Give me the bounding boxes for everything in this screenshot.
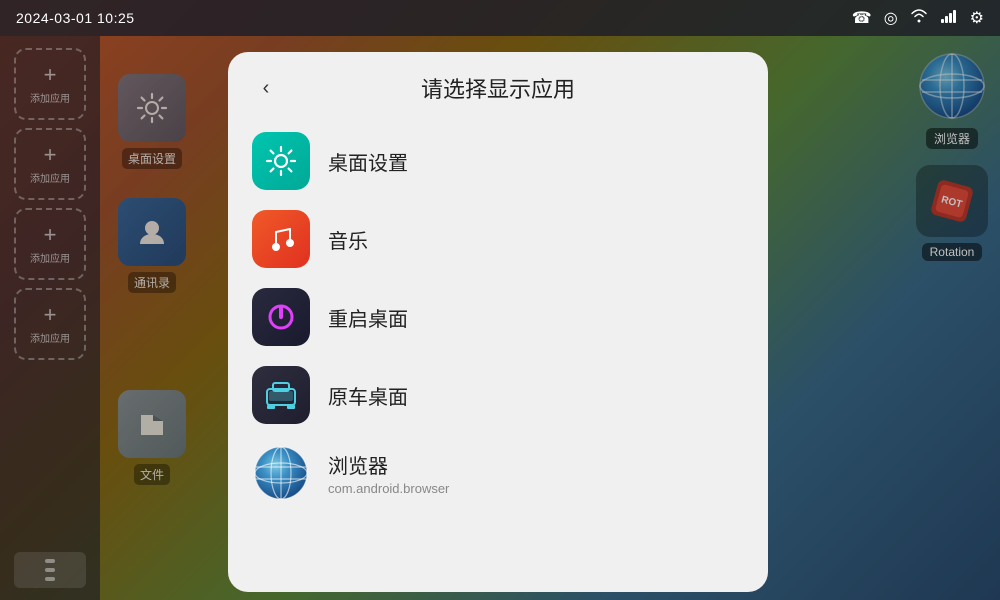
list-item-car[interactable]: 原车桌面 <box>228 356 768 434</box>
modal-header: ‹ 请选择显示应用 <box>228 52 768 118</box>
list-item-music[interactable]: 音乐 <box>228 200 768 278</box>
status-bar: 2024-03-01 10:25 ☎ ◎ ⚙ <box>0 0 1000 36</box>
car-app-icon <box>252 366 310 424</box>
browser-app-package: com.android.browser <box>328 481 449 496</box>
signal-icon <box>940 9 958 28</box>
settings-app-icon <box>252 132 310 190</box>
car-app-info: 原车桌面 <box>328 381 408 410</box>
wifi-icon <box>910 9 928 28</box>
back-chevron-icon: ‹ <box>263 77 270 100</box>
location-icon: ◎ <box>884 8 898 28</box>
status-icons: ☎ ◎ ⚙ <box>852 8 984 28</box>
settings-app-info: 桌面设置 <box>328 147 408 176</box>
list-item-restart[interactable]: 重启桌面 <box>228 278 768 356</box>
music-app-info: 音乐 <box>328 225 368 254</box>
browser-app-info: 浏览器 com.android.browser <box>328 450 449 496</box>
gear-icon: ⚙ <box>970 8 984 28</box>
browser-app-name: 浏览器 <box>328 450 449 479</box>
modal-back-button[interactable]: ‹ <box>248 70 284 106</box>
restart-app-icon <box>252 288 310 346</box>
music-app-name: 音乐 <box>328 225 368 254</box>
list-item-settings[interactable]: 桌面设置 <box>228 122 768 200</box>
settings-app-name: 桌面设置 <box>328 147 408 176</box>
list-item-browser[interactable]: 浏览器 com.android.browser <box>228 434 768 512</box>
phone-icon: ☎ <box>852 8 872 28</box>
restart-app-name: 重启桌面 <box>328 303 408 332</box>
restart-app-info: 重启桌面 <box>328 303 408 332</box>
status-datetime: 2024-03-01 10:25 <box>16 10 135 26</box>
app-select-modal: ‹ 请选择显示应用 桌面设置 <box>228 52 768 592</box>
browser-app-icon <box>252 444 310 502</box>
modal-app-list: 桌面设置 音乐 <box>228 118 768 592</box>
music-app-icon <box>252 210 310 268</box>
modal-title: 请选择显示应用 <box>284 72 712 104</box>
car-app-name: 原车桌面 <box>328 381 408 410</box>
